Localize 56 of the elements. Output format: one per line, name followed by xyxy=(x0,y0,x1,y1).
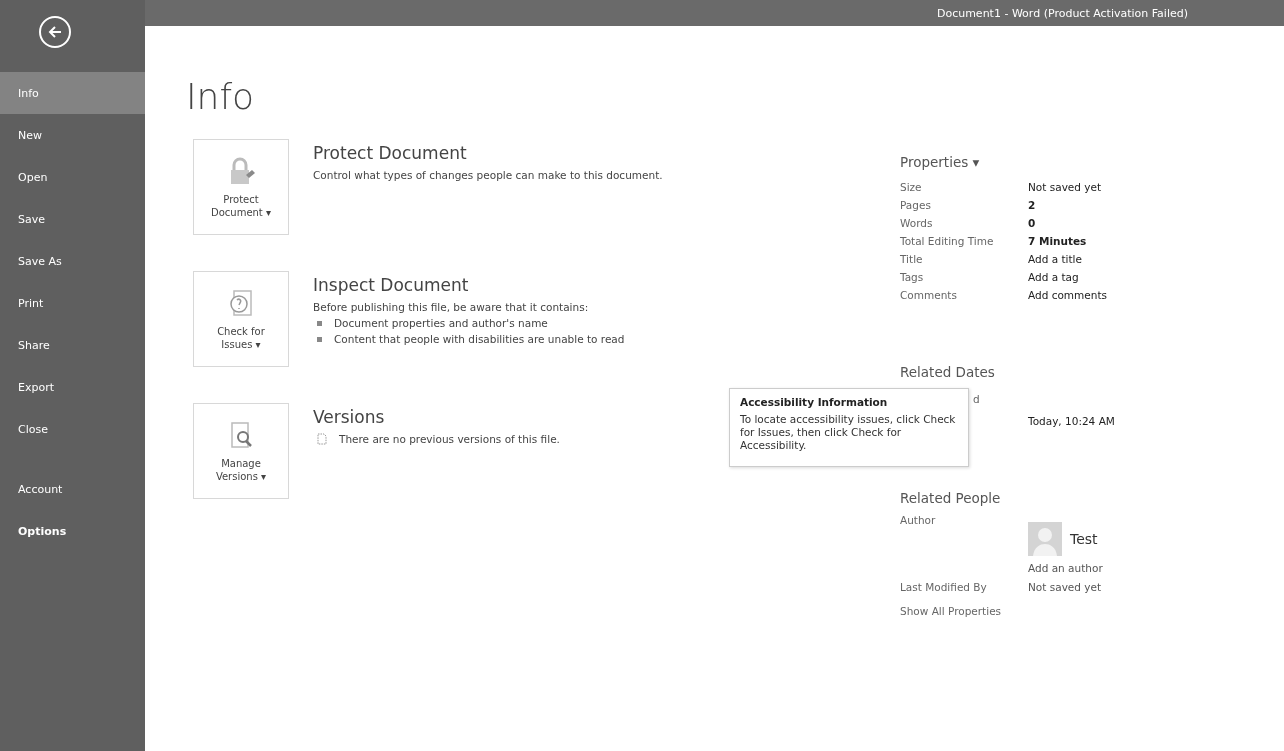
menu-item[interactable]: Save As xyxy=(0,240,145,282)
section-heading: Versions xyxy=(313,407,386,427)
section-heading: Inspect Document xyxy=(313,275,470,295)
menu-item[interactable]: Close xyxy=(0,408,145,450)
property-value: Add a tag xyxy=(1028,271,1079,283)
property-value: 0 xyxy=(1028,217,1036,229)
property-label: Comments xyxy=(900,289,958,301)
avatar-icon xyxy=(1028,522,1062,556)
section-heading: Protect Document xyxy=(313,143,468,163)
menu-item[interactable]: Export xyxy=(0,366,145,408)
window-title: Document1 - Word (Product Activation Failed) xyxy=(936,6,1188,20)
property-label: Total Editing Time xyxy=(900,235,995,247)
bullet-text: Document properties and author's name xyxy=(334,317,548,329)
property-label: Size xyxy=(900,181,923,193)
property-value: Not saved yet xyxy=(1028,181,1102,193)
bullet-text: Content that people with disabilities are unable to read xyxy=(334,333,625,345)
date-label: d xyxy=(973,392,980,405)
section-heading: Related Dates xyxy=(900,364,996,380)
section-description: Before publishing this file, be aware that it contains: xyxy=(313,301,590,313)
property-label: Words xyxy=(900,217,934,229)
modified-value: Not saved yet xyxy=(1028,581,1102,593)
tooltip-text: To locate accessibility issues, click Check for Issues, then click Check for Accessibility. xyxy=(740,413,957,452)
bullet-icon xyxy=(317,336,322,342)
show-all-properties-link[interactable]: Show All Properties xyxy=(900,605,1028,617)
tooltip-title: Accessibility Information xyxy=(740,396,889,408)
menu-item[interactable]: Open xyxy=(0,156,145,198)
menu-item[interactable]: New xyxy=(0,114,145,156)
document-icon xyxy=(317,433,327,445)
versions-note: There are no previous versions of this file. xyxy=(339,433,560,445)
property-value: 2 xyxy=(1028,199,1036,211)
section-heading: Related People xyxy=(900,490,1002,506)
section-button[interactable]: Protect Document ▾ xyxy=(193,139,289,235)
menu-item[interactable]: Options xyxy=(0,510,145,552)
menu-item[interactable]: Print xyxy=(0,282,145,324)
page-title: Info xyxy=(186,76,256,117)
bullet-icon xyxy=(317,320,322,326)
property-value: Add comments xyxy=(1028,289,1108,301)
add-author-link[interactable]: Add an author xyxy=(1028,562,1103,574)
date-value: Today, 10:24 AM xyxy=(1028,415,1115,427)
menu-item[interactable]: Save xyxy=(0,198,145,240)
back-button[interactable] xyxy=(39,16,71,48)
menu-item[interactable]: Account xyxy=(0,468,145,510)
section-button[interactable]: Manage Versions ▾ xyxy=(193,403,289,499)
modified-label: Last Modified By xyxy=(900,581,988,593)
property-label: Title xyxy=(900,253,924,265)
section-button[interactable]: Check for Issues ▾ xyxy=(193,271,289,367)
property-value: 7 Minutes xyxy=(1028,235,1087,247)
menu-item[interactable]: Share xyxy=(0,324,145,366)
author-label: Author xyxy=(900,514,937,526)
property-label: Tags xyxy=(900,271,925,283)
property-label: Pages xyxy=(900,199,932,211)
properties-heading[interactable]: Properties ▾ xyxy=(900,154,1190,170)
section-description: Control what types of changes people can make to this document. xyxy=(313,169,663,181)
menu-item[interactable]: Info xyxy=(0,72,145,114)
author-name: Test xyxy=(1070,531,1098,547)
property-value: Add a title xyxy=(1028,253,1082,265)
